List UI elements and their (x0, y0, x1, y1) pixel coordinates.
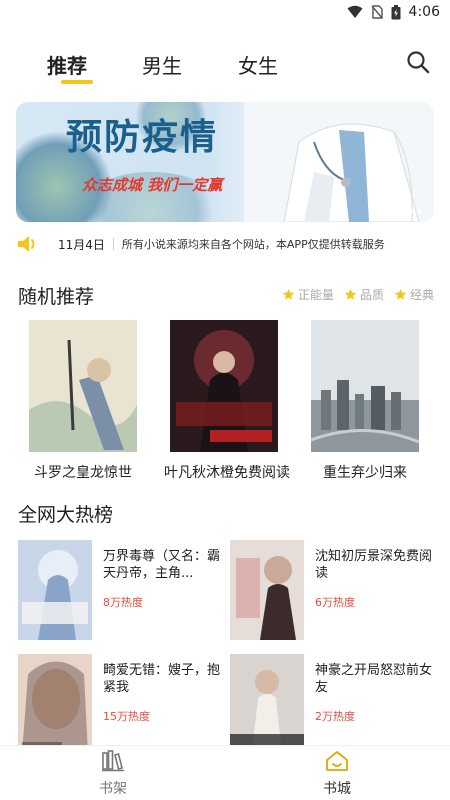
book-title: 沈知初厉景深免费阅读 (315, 549, 433, 581)
filter-group: 正能量 品质 经典 (282, 286, 434, 303)
nav-label: 书架 (99, 781, 127, 797)
book-title: 神豪之开局怒怼前女友 (315, 663, 433, 695)
filter-classic[interactable]: 经典 (394, 286, 434, 303)
banner-dot (417, 209, 422, 214)
heat-count: 15万热度 (103, 710, 150, 723)
filter-quality[interactable]: 品质 (344, 286, 384, 303)
book-title: 重生弃少归来 (323, 465, 407, 481)
book-cover (230, 654, 304, 754)
status-icons: 4:06 (347, 4, 440, 20)
book-title: 万界毒尊（又名：霸天丹帝，主角... (103, 549, 221, 581)
heat-count: 6万热度 (315, 596, 355, 609)
star-icon (394, 288, 407, 300)
tab-recommend[interactable]: 推荐 (47, 50, 87, 79)
tab-male[interactable]: 男生 (142, 50, 182, 79)
top-tabs: 推荐 男生 女生 (0, 46, 450, 90)
bookshelf-icon (102, 750, 124, 772)
random-section-title: 随机推荐 (18, 286, 95, 308)
book-cover (311, 320, 419, 452)
nav-bookstore[interactable]: 书城 (297, 750, 377, 798)
divider (112, 238, 114, 250)
recommend-book-item[interactable]: 重生弃少归来 (305, 320, 425, 482)
filter-positive-energy[interactable]: 正能量 (282, 286, 334, 303)
notice-bar[interactable]: 11月4日 所有小说来源均来自各个网站，本APP仅提供转载服务 (16, 232, 434, 256)
hot-book-item[interactable]: 沈知初厉景深免费阅读 6万热度 (230, 540, 440, 640)
hot-book-item[interactable]: 神豪之开局怒怼前女友 2万热度 (230, 654, 440, 754)
notice-date: 11月4日 (58, 237, 105, 252)
active-tab-indicator (61, 80, 93, 84)
banner-dot (408, 209, 413, 214)
wifi-icon (347, 5, 363, 18)
star-icon (344, 288, 357, 300)
book-title: 畸爱无错：嫂子，抱紧我 (103, 663, 221, 695)
heat-count: 2万热度 (315, 710, 355, 723)
search-icon[interactable] (406, 50, 430, 74)
filter-label: 正能量 (297, 288, 334, 302)
banner-title: 预防疫情 (66, 117, 219, 158)
doctor-illustration (244, 102, 434, 222)
nav-label: 书城 (323, 781, 351, 797)
book-cover (230, 540, 304, 640)
hot-book-item[interactable]: 畸爱无错：嫂子，抱紧我 15万热度 (18, 654, 228, 754)
tab-female[interactable]: 女生 (238, 50, 278, 79)
status-bar: 4:06 (0, 0, 450, 26)
filter-label: 品质 (359, 288, 384, 302)
banner-dot (387, 209, 395, 214)
banner-dot (399, 209, 404, 214)
book-cover (18, 654, 92, 754)
heat-count: 8万热度 (103, 596, 143, 609)
notice-text: 所有小说来源均来自各个网站，本APP仅提供转载服务 (121, 238, 385, 251)
banner[interactable]: 预防疫情 众志成城 我们一定赢 (16, 102, 434, 222)
banner-subtitle: 众志成城 我们一定赢 (82, 176, 223, 194)
book-title: 叶凡秋沐橙免费阅读 (164, 465, 290, 481)
no-sim-icon (371, 5, 383, 19)
book-title: 斗罗之皇龙惊世 (34, 465, 132, 481)
banner-pagination (387, 209, 422, 214)
recommend-book-item[interactable]: 斗罗之皇龙惊世 (23, 320, 143, 482)
nav-bookshelf[interactable]: 书架 (73, 750, 153, 798)
filter-label: 经典 (409, 288, 434, 302)
hot-book-item[interactable]: 万界毒尊（又名：霸天丹帝，主角... 8万热度 (18, 540, 228, 640)
home-icon (326, 751, 348, 771)
battery-icon (391, 4, 401, 19)
book-cover (18, 540, 92, 640)
hot-section-title: 全网大热榜 (18, 504, 114, 526)
book-cover (170, 320, 278, 452)
star-icon (282, 288, 295, 300)
recommend-book-item[interactable]: 叶凡秋沐橙免费阅读 (164, 320, 290, 482)
status-time: 4:06 (408, 4, 440, 20)
speaker-icon (18, 236, 35, 252)
book-cover (29, 320, 137, 452)
bottom-nav: 书架 书城 (0, 745, 450, 800)
